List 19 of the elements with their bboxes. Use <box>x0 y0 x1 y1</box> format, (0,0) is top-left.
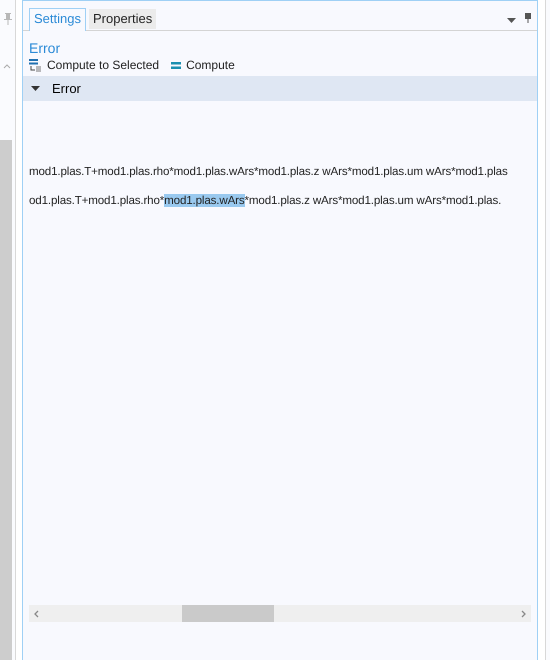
compute-selected-icon <box>29 58 42 72</box>
scroll-left-icon[interactable] <box>34 610 39 618</box>
tab[interactable]: Properties <box>88 9 156 29</box>
toolbar-button[interactable]: Compute <box>171 57 235 73</box>
horizontal-scrollbar[interactable] <box>29 605 531 622</box>
collapse-icon <box>31 86 40 91</box>
panel-title: Error <box>28 39 62 56</box>
dropdown-icon[interactable] <box>507 18 516 23</box>
scroll-right-icon[interactable] <box>521 610 526 618</box>
expression-text: od1.plas.T+mod1.plas.rho*mod1.plas.wArs*mod1.plas.z wArs*mod1.plas.um wArs*mod1.plas. <box>29 193 502 209</box>
tab[interactable]: Settings <box>29 8 86 31</box>
pin-icon[interactable] <box>525 13 531 23</box>
scroll-up-icon[interactable] <box>3 63 11 69</box>
equals-icon <box>171 62 182 68</box>
section-header[interactable]: Error <box>23 76 537 101</box>
scrollbar-thumb[interactable] <box>182 605 274 622</box>
expression-text: mod1.plas.T+mod1.plas.rho*mod1.plas.wArs*mod1.plas.z wArs*mod1.plas.um wArs*mod1.plas <box>29 164 509 180</box>
toolbar-button[interactable]: Compute to Selected <box>29 57 160 73</box>
scrollbar-track[interactable] <box>0 140 12 660</box>
